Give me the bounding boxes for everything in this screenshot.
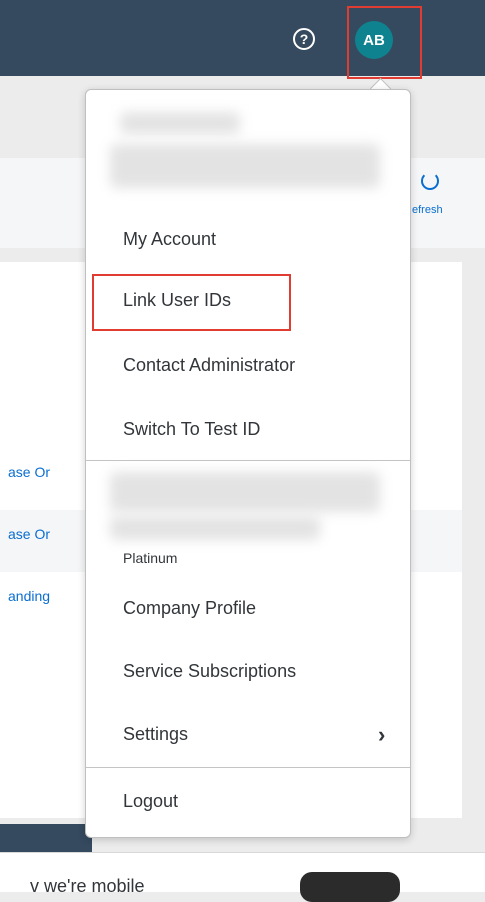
blurred-user-details <box>110 144 380 188</box>
menu-item-logout[interactable]: Logout <box>123 790 178 812</box>
menu-item-switch-to-test-id[interactable]: Switch To Test ID <box>123 418 260 440</box>
menu-item-company-profile[interactable]: Company Profile <box>123 597 256 619</box>
blurred-company-name <box>110 472 380 512</box>
chevron-right-icon: › <box>378 722 386 747</box>
phone-image <box>300 872 400 902</box>
background-link-3[interactable]: anding <box>8 588 50 604</box>
background-link-1[interactable]: ase Or <box>8 464 50 480</box>
account-tier-label: Platinum <box>123 550 178 566</box>
background-link-2[interactable]: ase Or <box>8 526 50 542</box>
refresh-icon[interactable] <box>421 172 439 190</box>
mobile-promo-text: v we're mobile <box>30 876 145 896</box>
refresh-label[interactable]: efresh <box>412 204 443 216</box>
user-avatar-button[interactable]: AB <box>355 21 393 59</box>
help-icon[interactable]: ? <box>293 28 315 50</box>
blurred-user-name <box>120 112 240 134</box>
menu-item-service-subscriptions[interactable]: Service Subscriptions <box>123 660 296 682</box>
menu-item-contact-administrator[interactable]: Contact Administrator <box>123 354 295 376</box>
menu-item-settings[interactable]: Settings <box>123 723 188 745</box>
menu-item-my-account[interactable]: My Account <box>123 228 216 250</box>
link-user-ids-highlight-box <box>92 274 291 331</box>
menu-divider-2 <box>86 767 410 768</box>
menu-divider-1 <box>86 460 410 461</box>
blurred-company-id <box>110 516 320 540</box>
